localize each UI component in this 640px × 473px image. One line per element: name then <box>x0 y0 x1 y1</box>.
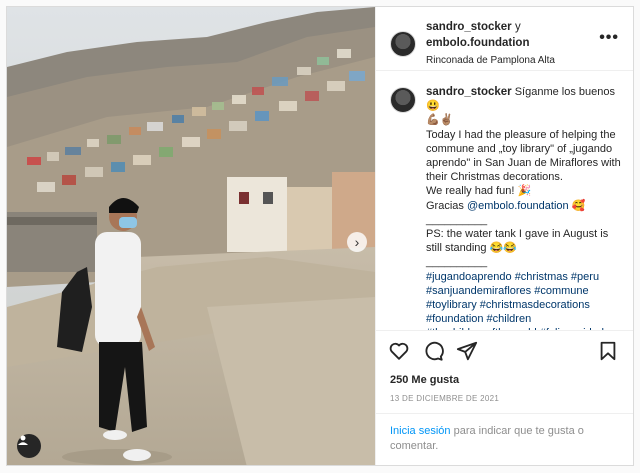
post-sidebar: sandro_stocker y embolo.foundation Rinco… <box>375 7 633 465</box>
post-card: › sandro_stocker y embolo.foundation Rin… <box>6 6 634 466</box>
photo-scene <box>7 7 375 465</box>
more-options-icon[interactable]: ••• <box>599 29 619 47</box>
heart-icon[interactable] <box>388 340 410 362</box>
caption-line-2: 💪🏽✌🏽 <box>426 114 454 127</box>
post-photo[interactable]: › <box>7 7 375 465</box>
coauthor-link[interactable]: embolo.foundation <box>426 37 529 49</box>
comment-icon[interactable] <box>422 340 444 362</box>
caption-line-6: PS: the water tank I gave in August is s… <box>426 228 609 255</box>
caption-line-3: Today I had the pleasure of helping the … <box>426 128 621 184</box>
share-icon[interactable] <box>456 340 478 362</box>
caption: sandro_stocker Síganme los buenos 😃 💪🏽✌🏽… <box>376 71 633 330</box>
caption-thanks: Gracias <box>426 199 464 212</box>
mention-link[interactable]: @embolo.foundation <box>467 200 569 212</box>
caption-thanks-emoji: 🥰 <box>571 199 586 212</box>
author-conjunction: y <box>515 21 521 33</box>
caption-avatar[interactable] <box>390 87 416 113</box>
avatar[interactable] <box>390 31 416 57</box>
post-date: 13 DE DICIEMBRE DE 2021 <box>390 394 500 403</box>
bookmark-icon[interactable] <box>597 340 619 362</box>
action-bar <box>376 330 633 370</box>
post-header: sandro_stocker y embolo.foundation Rinco… <box>376 7 633 71</box>
caption-author-link[interactable]: sandro_stocker <box>426 86 512 98</box>
caption-separator-2: __________ <box>426 256 488 269</box>
location-link[interactable]: Rinconada de Pamplona Alta <box>426 53 555 68</box>
login-prompt: Inicia sesión para indicar que te gusta … <box>376 413 633 465</box>
next-image-button[interactable]: › <box>347 232 367 252</box>
caption-line-4: We really had fun! 🎉 <box>426 185 532 198</box>
login-link[interactable]: Inicia sesión <box>390 425 451 437</box>
caption-body: sandro_stocker Síganme los buenos 😃 💪🏽✌🏽… <box>426 85 621 330</box>
user-icon <box>18 435 28 445</box>
author-link[interactable]: sandro_stocker <box>426 21 512 33</box>
tagged-users-button[interactable] <box>17 434 41 458</box>
caption-separator: __________ <box>426 213 488 226</box>
header-text: sandro_stocker y embolo.foundation Rinco… <box>426 19 555 68</box>
hashtags[interactable]: #jugandoaprendo #christmas #peru #sanjua… <box>426 270 621 330</box>
likes-count[interactable]: 250 Me gusta <box>376 370 633 386</box>
